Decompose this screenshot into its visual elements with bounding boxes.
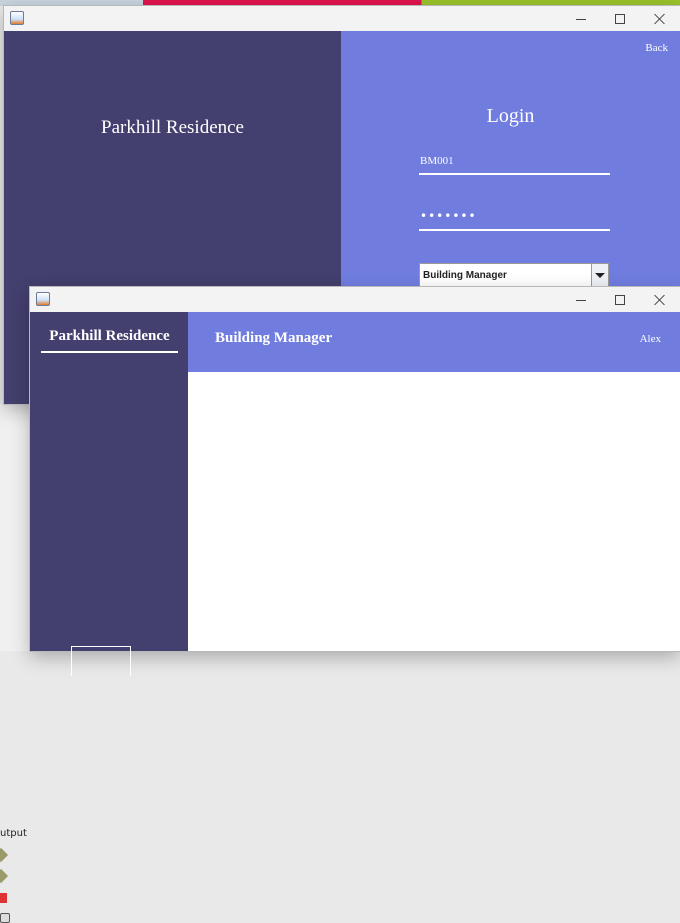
maximize-button[interactable] (607, 9, 633, 29)
close-button[interactable] (647, 9, 673, 29)
user-name-label[interactable]: Alex (640, 333, 661, 345)
dashboard-window: Parkhill Residence Building Manager Alex (30, 287, 680, 676)
java-app-icon (10, 11, 24, 25)
login-window-titlebar[interactable] (4, 6, 680, 31)
close-icon (654, 13, 666, 25)
java-app-icon (36, 292, 50, 306)
back-link[interactable]: Back (645, 42, 668, 54)
minimize-icon (576, 299, 586, 301)
role-select-value: Building Manager (423, 270, 507, 281)
minimize-icon (576, 18, 586, 20)
dashboard-window-titlebar[interactable] (30, 287, 680, 312)
login-brand-title: Parkhill Residence (101, 117, 244, 138)
debug-diamond-icon[interactable] (0, 868, 9, 884)
close-button[interactable] (647, 290, 673, 310)
maximize-button[interactable] (607, 290, 633, 310)
output-panel-label: utput (0, 828, 27, 839)
dashboard-content-area (188, 372, 680, 651)
dashboard-sidebar: Parkhill Residence (30, 312, 188, 676)
chevron-down-icon[interactable] (591, 264, 608, 286)
settings-icon[interactable] (0, 913, 10, 923)
username-input[interactable] (419, 149, 610, 175)
dashboard-header: Building Manager Alex (188, 312, 680, 372)
page-title: Building Manager (215, 330, 333, 346)
stop-icon[interactable] (0, 893, 7, 903)
minimize-button[interactable] (568, 9, 594, 29)
close-icon (654, 294, 666, 306)
maximize-icon (615, 14, 625, 24)
sidebar-brand-title[interactable]: Parkhill Residence (41, 328, 178, 353)
ide-side-panel: utput (0, 404, 31, 923)
minimize-button[interactable] (568, 290, 594, 310)
login-title: Login (486, 105, 535, 127)
maximize-icon (615, 295, 625, 305)
role-select[interactable]: Building Manager (419, 263, 609, 287)
run-diamond-icon[interactable] (0, 847, 9, 863)
password-input[interactable] (419, 202, 610, 231)
